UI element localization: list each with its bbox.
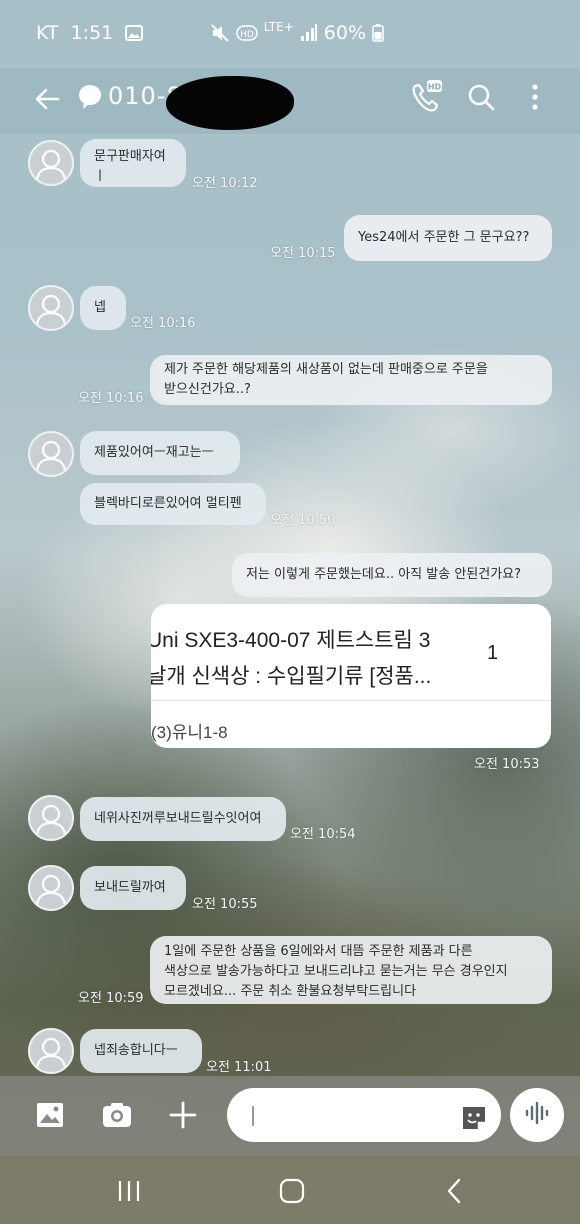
message-bubble[interactable]: 제품있어여ㅡ재고는ㅡ — [80, 431, 240, 475]
card-divider — [151, 700, 551, 701]
back-arrow-icon[interactable] — [32, 84, 62, 118]
svg-text:HD: HD — [428, 83, 442, 92]
avatar[interactable] — [28, 431, 74, 477]
product-option: (3)유니1-8 — [151, 723, 228, 742]
battery-icon — [372, 24, 384, 42]
product-title-line2: 날개 신색상 : 수입필기류 [정품... — [151, 665, 432, 688]
avatar[interactable] — [28, 1028, 74, 1074]
chat-bubble-icon — [78, 84, 102, 114]
message-time: 오전 10:15 — [270, 246, 336, 261]
avatar[interactable] — [28, 140, 74, 186]
message-time: 오전 10:53 — [474, 757, 540, 772]
message-input-bar — [0, 1076, 580, 1156]
hd-call-icon[interactable]: HD — [410, 80, 442, 118]
recent-apps-icon[interactable] — [117, 1180, 141, 1206]
message-bubble[interactable]: 네위사진꺼루보내드릴수잇어여 — [80, 797, 286, 841]
camera-icon[interactable] — [102, 1102, 132, 1132]
message-time: 오전 10:55 — [192, 897, 258, 912]
message-time: 오전 10:50 — [270, 513, 336, 528]
hd-voice-icon: HD — [236, 25, 258, 41]
signal-icon — [300, 24, 318, 42]
mute-icon — [210, 23, 230, 43]
product-quantity: 1 — [487, 642, 499, 664]
redaction-mark — [166, 76, 294, 130]
avatar[interactable] — [28, 285, 74, 331]
carrier-label: KT — [36, 22, 59, 44]
message-bubble[interactable]: 블렉바디로른있어여 멀티펜 — [80, 483, 266, 525]
message-time: 오전 10:12 — [192, 176, 258, 191]
message-time: 오전 10:16 — [78, 391, 144, 406]
home-icon[interactable] — [279, 1178, 305, 1208]
battery-percent: 60% — [323, 22, 366, 44]
avatar[interactable] — [28, 865, 74, 911]
message-bubble[interactable]: 제가 주문한 해당제품의 새상품이 없는데 판매중으로 주문을 받으신건가요..… — [150, 355, 552, 405]
network-type: LTE+ — [263, 20, 294, 34]
message-bubble[interactable]: 문구판매자여 ㅣ — [80, 139, 186, 187]
voice-record-button[interactable] — [510, 1088, 564, 1142]
message-time: 오전 10:59 — [78, 991, 144, 1006]
message-time: 오전 10:16 — [130, 316, 196, 331]
message-time: 오전 10:54 — [290, 827, 356, 842]
system-nav-bar — [0, 1156, 580, 1224]
svg-text:HD: HD — [240, 30, 254, 40]
nav-back-icon[interactable] — [446, 1178, 462, 1208]
chat-header: 010-8 HD — [0, 68, 580, 134]
message-bubble[interactable]: Yes24에서 주문한 그 문구요?? — [344, 215, 552, 261]
gallery-icon[interactable] — [36, 1102, 64, 1132]
status-bar: KT 1:51 HD LTE+ 60% — [0, 0, 580, 68]
message-time: 오전 11:01 — [206, 1060, 272, 1075]
plus-icon[interactable] — [168, 1100, 198, 1134]
message-bubble[interactable]: 1일에 주문한 상품을 6일에와서 대뜸 주문한 제품과 다른 색상으로 발송가… — [150, 936, 552, 1004]
clock: 1:51 — [70, 22, 114, 44]
message-bubble[interactable]: 넵 — [80, 286, 126, 330]
avatar[interactable] — [28, 795, 74, 841]
product-link-card[interactable]: Uni SXE3-400-07 제트스트림 3 날개 신색상 : 수입필기류 [… — [151, 604, 551, 748]
message-bubble[interactable]: 보내드릴까여 — [80, 866, 186, 910]
search-icon[interactable] — [466, 82, 496, 116]
voice-wave-icon — [524, 1100, 550, 1130]
text-cursor — [252, 1106, 254, 1126]
sticker-icon[interactable] — [460, 1104, 488, 1136]
message-bubble[interactable]: 넵죄송합니다ㅡ — [80, 1029, 202, 1073]
product-title-line1: Uni SXE3-400-07 제트스트림 3 — [151, 629, 431, 652]
more-options-icon[interactable] — [528, 82, 542, 116]
message-bubble[interactable]: 저는 이렇게 주문했는데요.. 아직 발송 안된건가요? — [232, 553, 552, 597]
gallery-notification-icon — [125, 25, 144, 41]
